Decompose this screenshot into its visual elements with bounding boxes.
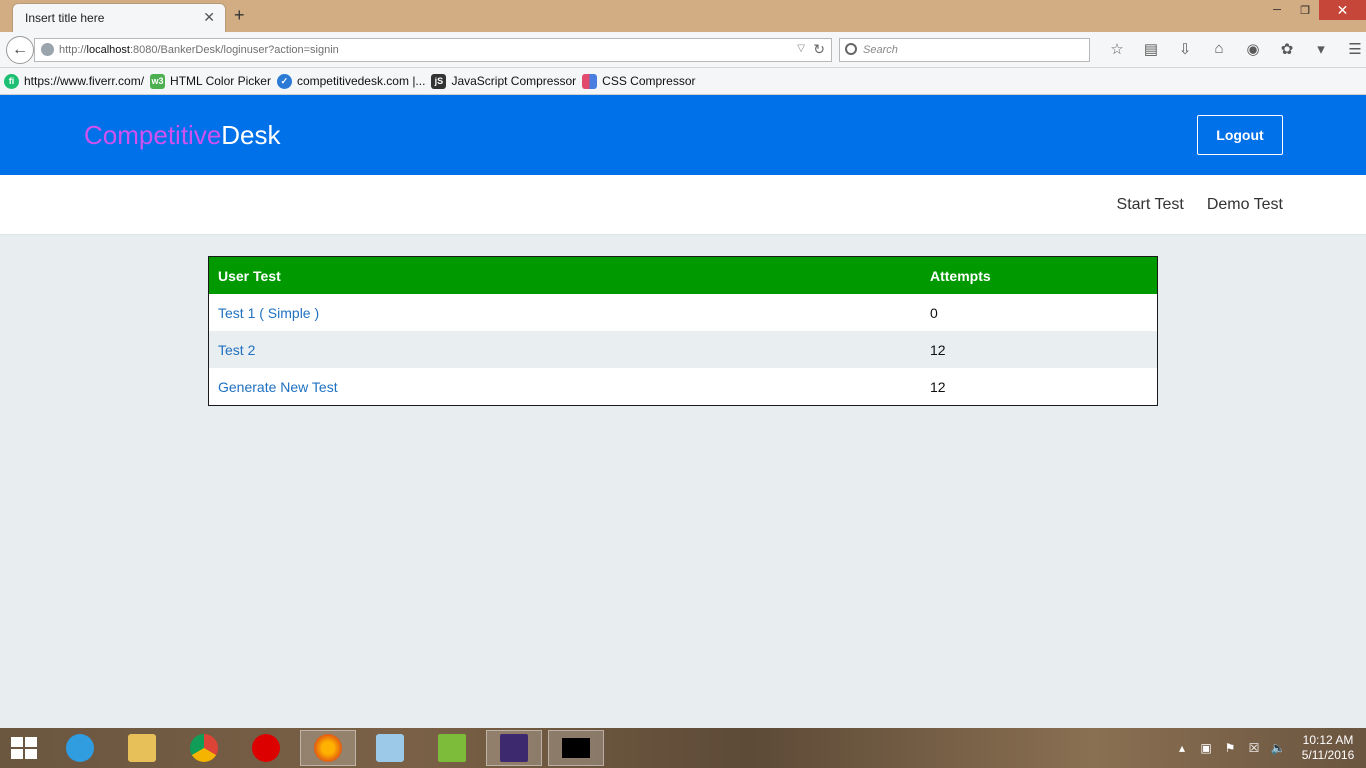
close-window-icon[interactable]: ✕	[1319, 0, 1366, 20]
table-header-row: User Test Attempts	[209, 257, 1157, 294]
new-tab-button[interactable]: +	[234, 5, 245, 26]
table-row: Test 2 12	[209, 331, 1157, 368]
network-monitor-icon[interactable]: ▣	[1194, 741, 1218, 755]
chrome-icon[interactable]	[176, 730, 232, 766]
minimize-icon[interactable]: ─	[1263, 0, 1291, 20]
attempts-cell: 0	[930, 304, 938, 321]
attempts-cell: 12	[930, 378, 946, 395]
bookmarks-bar: fi https://www.fiverr.com/ w3 HTML Color…	[0, 68, 1366, 95]
site-subnav: Start Test Demo Test	[0, 175, 1366, 235]
volume-icon[interactable]: 🔈	[1266, 741, 1290, 755]
extension-icon[interactable]: ✿	[1270, 40, 1304, 60]
network-disconnected-icon[interactable]: ☒	[1242, 741, 1266, 755]
notepad-icon[interactable]	[362, 730, 418, 766]
search-placeholder: Search	[863, 44, 898, 56]
bookmark-fiverr[interactable]: fi https://www.fiverr.com/	[4, 73, 145, 89]
bookmark-label: CSS Compressor	[602, 74, 696, 88]
system-tray: ▴ ▣ ⚑ ☒ 🔈 10:12 AM 5/11/2016	[1170, 728, 1366, 768]
tray-expand-icon[interactable]: ▴	[1170, 741, 1194, 755]
mc-app-icon[interactable]	[424, 730, 480, 766]
window-controls: ─ ❐ ✕	[1263, 0, 1366, 20]
browser-navbar: ← http://localhost:8080/BankerDesk/login…	[0, 32, 1366, 68]
url-bar[interactable]: http://localhost:8080/BankerDesk/loginus…	[34, 38, 832, 62]
user-test-table: User Test Attempts Test 1 ( Simple ) 0 T…	[208, 256, 1158, 406]
tab-title: Insert title here	[25, 11, 105, 25]
attempts-cell: 12	[921, 331, 1157, 368]
home-icon[interactable]: ⌂	[1202, 40, 1236, 60]
bookmark-html-color-picker[interactable]: w3 HTML Color Picker	[150, 73, 271, 89]
fiverr-icon: fi	[4, 73, 19, 89]
js-icon: jS	[431, 73, 447, 89]
bookmark-star-icon[interactable]: ☆	[1100, 40, 1134, 60]
w3-icon: w3	[150, 73, 166, 89]
bookmark-css-compressor[interactable]: CSS Compressor	[582, 73, 696, 89]
windows-taskbar: ▴ ▣ ⚑ ☒ 🔈 10:12 AM 5/11/2016	[0, 728, 1366, 768]
browser-tab[interactable]: Insert title here ✕	[12, 3, 226, 32]
search-icon	[845, 43, 857, 55]
table-row: Generate New Test 12	[209, 368, 1157, 405]
tab-close-icon[interactable]: ✕	[203, 9, 215, 26]
windows-start-icon[interactable]	[11, 737, 39, 759]
chat-icon[interactable]: ◉	[1236, 40, 1270, 60]
restore-icon[interactable]: ❐	[1291, 0, 1319, 20]
test-link[interactable]: Test 1 ( Simple )	[218, 305, 319, 321]
bookmark-js-compressor[interactable]: jS JavaScript Compressor	[431, 73, 577, 89]
test-link[interactable]: Test 2	[218, 342, 255, 358]
toolbar-icons: ☆ ▤ ⇩ ⌂ ◉ ✿ ▾ ☰	[1100, 40, 1366, 60]
site-logo[interactable]: CompetitiveDesk	[84, 120, 281, 151]
nav-demo-test[interactable]: Demo Test	[1207, 196, 1283, 214]
system-clock[interactable]: 10:12 AM 5/11/2016	[1290, 733, 1366, 763]
action-center-flag-icon[interactable]: ⚑	[1218, 741, 1242, 755]
bookmark-competitivedesk[interactable]: ✓ competitivedesk.com |...	[276, 73, 426, 89]
reload-icon[interactable]: ↻	[813, 41, 825, 58]
hamburger-menu-icon[interactable]: ☰	[1338, 40, 1366, 60]
css-icon	[582, 73, 598, 89]
search-input[interactable]: Search	[839, 38, 1090, 62]
clock-time: 10:12 AM	[1302, 733, 1354, 747]
dropdown-triangle-icon[interactable]: ▽	[797, 43, 805, 54]
opera-icon[interactable]	[238, 730, 294, 766]
java-ee-ide-icon[interactable]	[486, 730, 542, 766]
table-row: Test 1 ( Simple ) 0	[209, 294, 1157, 331]
nav-start-test[interactable]: Start Test	[1117, 196, 1184, 214]
url-text[interactable]: http://localhost:8080/BankerDesk/loginus…	[59, 44, 339, 56]
bookmark-label: HTML Color Picker	[170, 74, 271, 88]
column-header-user-test: User Test	[209, 257, 921, 294]
menu-dropdown-icon[interactable]: ▾	[1304, 40, 1338, 60]
download-icon[interactable]: ⇩	[1168, 40, 1202, 60]
back-arrow-icon[interactable]: ←	[6, 36, 34, 64]
globe-icon	[41, 43, 54, 56]
clock-date: 5/11/2016	[1301, 748, 1355, 762]
file-explorer-icon[interactable]	[114, 730, 170, 766]
command-prompt-icon[interactable]	[548, 730, 604, 766]
column-header-attempts: Attempts	[921, 257, 1157, 294]
generate-test-link[interactable]: Generate New Test	[218, 379, 338, 395]
bookmark-label: competitivedesk.com |...	[296, 74, 426, 88]
bookmark-label: JavaScript Compressor	[451, 74, 577, 88]
site-header: CompetitiveDesk Logout	[0, 95, 1366, 175]
check-badge-icon: ✓	[276, 73, 292, 89]
logout-button[interactable]: Logout	[1197, 115, 1283, 155]
bookmark-label: https://www.fiverr.com/	[24, 74, 145, 88]
firefox-icon[interactable]	[300, 730, 356, 766]
internet-explorer-icon[interactable]	[52, 730, 108, 766]
browser-tabstrip: Insert title here ✕ + ─ ❐ ✕	[0, 0, 1366, 32]
reading-list-icon[interactable]: ▤	[1134, 40, 1168, 60]
page-content: CompetitiveDesk Logout Start Test Demo T…	[0, 95, 1366, 728]
